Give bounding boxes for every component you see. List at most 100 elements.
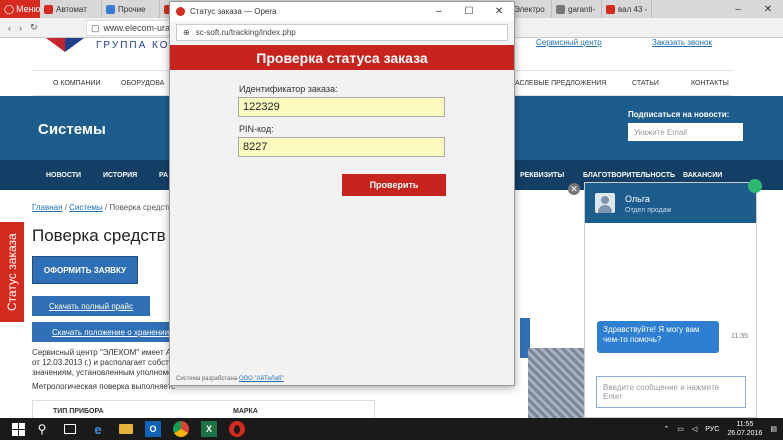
- notifications-icon[interactable]: ▤: [770, 425, 777, 433]
- minimize-icon[interactable]: –: [424, 2, 454, 21]
- nav-item-contacts[interactable]: КОНТАКТЫ: [691, 80, 729, 87]
- globe-icon: ⊕: [183, 28, 190, 37]
- developer-note: Система разработана ООО "АйТиЛаб": [176, 376, 284, 382]
- agent-name: Ольга: [625, 194, 650, 204]
- forward-icon[interactable]: ›: [19, 23, 22, 33]
- opera-browser-icon[interactable]: [229, 421, 245, 437]
- close-icon[interactable]: ✕: [753, 0, 783, 18]
- breadcrumb-separator: /: [64, 203, 67, 212]
- clock[interactable]: 11:55 26.07.2016: [727, 420, 762, 438]
- column-header-device-type: ТИП ПРИБОРА: [53, 408, 104, 415]
- chat-header: Ольга Отдел продаж: [585, 179, 762, 223]
- column-header-brand: МАРКА: [233, 408, 258, 415]
- popup-title-bar: Статус заказа — Opera – ☐ ✕: [170, 2, 514, 21]
- clock-time: 11:55: [736, 421, 754, 428]
- logo-text: ГРУППА КОМ: [96, 40, 180, 51]
- browser-tab[interactable]: Прочие: [102, 0, 160, 18]
- order-id-label: Идентификатор заказа:: [239, 84, 338, 94]
- volume-icon[interactable]: ◁: [692, 425, 697, 433]
- chat-widget: Ольга Отдел продаж Здравствуйте! Я могу …: [584, 179, 762, 418]
- download-price-button[interactable]: Скачать полный прайс: [32, 296, 150, 316]
- order-id-input[interactable]: 122329: [238, 97, 445, 117]
- popup-address-bar[interactable]: ⊕ sc-soft.ru/tracking/index.php: [176, 24, 508, 41]
- browser-window-controls: – ✕: [723, 0, 783, 18]
- tracking-form: Идентификатор заказа: 122329 PIN-код: 82…: [170, 70, 514, 385]
- subscribe-label: Подписаться на новости:: [628, 110, 730, 119]
- back-icon[interactable]: ‹: [8, 23, 11, 33]
- breadcrumb-section[interactable]: Системы: [69, 203, 103, 212]
- popup-url: sc-soft.ru/tracking/index.php: [195, 28, 296, 37]
- nav-item-about[interactable]: О КОМПАНИИ: [53, 80, 100, 87]
- popup-window-title: Статус заказа — Opera: [190, 7, 277, 16]
- nav-item-articles[interactable]: СТАТЬИ: [632, 80, 659, 87]
- chat-message: Здравствуйте! Я могу вам чем-то помочь?: [597, 321, 719, 353]
- elecom-logo-icon[interactable]: [46, 38, 84, 52]
- task-view-icon[interactable]: [62, 421, 78, 437]
- body-text-line: от 12.03.2013 г.) и располагает собстве: [32, 358, 178, 367]
- subnav-item-requisites[interactable]: РЕКВИЗИТЫ: [520, 172, 564, 179]
- system-tray: ⌃ ▭ ◁ РУС 11:55 26.07.2016 ▤: [663, 418, 777, 440]
- popup-window-controls: – ☐ ✕: [424, 2, 514, 21]
- tab-favicon-icon: [556, 4, 565, 14]
- download-storage-regulation-button[interactable]: Скачать положение о хранении п: [32, 322, 172, 342]
- windows-taskbar: ⚲ e O X ⌃ ▭ ◁ РУС 11:55 26.07.2016 ▤: [0, 418, 783, 440]
- excel-icon[interactable]: X: [201, 421, 217, 437]
- online-status-icon: [748, 179, 762, 193]
- language-indicator[interactable]: РУС: [705, 426, 719, 433]
- chat-close-icon[interactable]: ✕: [568, 183, 580, 195]
- opera-menu-button[interactable]: ◯ Меню: [0, 0, 40, 18]
- outlook-icon[interactable]: O: [145, 421, 161, 437]
- developer-note-text: Система разработана: [176, 376, 238, 382]
- close-icon[interactable]: ✕: [484, 2, 514, 21]
- developer-link[interactable]: ООО "АйТиЛаб": [239, 376, 284, 382]
- menu-label: Меню: [16, 4, 41, 14]
- file-explorer-icon[interactable]: [118, 421, 134, 437]
- breadcrumb-separator: /: [104, 203, 108, 212]
- breadcrumb: Главная / Системы / Поверка средств и: [32, 203, 179, 212]
- nav-item-industry-offers[interactable]: АСЛЕВЫЕ ПРЕДЛОЖЕНИЯ: [515, 80, 606, 87]
- maximize-icon[interactable]: ☐: [454, 2, 484, 21]
- opera-logo-icon: [176, 7, 185, 16]
- page-icon: ▢: [91, 22, 100, 33]
- tray-up-arrow-icon[interactable]: ⌃: [663, 425, 669, 433]
- minimize-icon[interactable]: –: [723, 0, 753, 18]
- body-text-line: Метрологическая поверка выполняетс: [32, 382, 176, 391]
- windows-start-icon[interactable]: [10, 421, 26, 437]
- table-header: ТИП ПРИБОРА МАРКА: [32, 400, 375, 418]
- subnav-item-history[interactable]: ИСТОРИЯ: [103, 172, 137, 179]
- chat-message-input[interactable]: Введите сообщение и нажмите Enter: [596, 376, 746, 408]
- breadcrumb-home[interactable]: Главная: [32, 203, 62, 212]
- network-icon[interactable]: ▭: [677, 425, 684, 433]
- search-icon[interactable]: ⚲: [34, 421, 50, 437]
- submit-request-button[interactable]: ОФОРМИТЬ ЗАЯВКУ: [32, 256, 138, 284]
- chrome-icon[interactable]: [173, 421, 189, 437]
- edge-browser-icon[interactable]: e: [90, 421, 106, 437]
- browser-tab[interactable]: garanti-: [552, 0, 602, 18]
- check-button[interactable]: Проверить: [342, 174, 446, 196]
- subnav-item-vacancies[interactable]: ВАКАНСИИ: [683, 172, 722, 179]
- screen: ◯ Меню Автомат Прочие Гл Электро garanti…: [0, 0, 783, 440]
- request-call-link[interactable]: Заказать звонок: [652, 38, 712, 47]
- order-status-popup: Статус заказа — Opera – ☐ ✕ ⊕ sc-soft.ru…: [169, 1, 515, 386]
- subnav-item-partial[interactable]: РА: [159, 172, 168, 179]
- opera-logo-icon: ◯: [4, 3, 15, 14]
- clock-date: 26.07.2016: [727, 430, 763, 437]
- browser-tab[interactable]: вал 43 -: [602, 0, 652, 18]
- order-status-side-tab[interactable]: Статус заказа: [0, 222, 24, 322]
- tab-favicon-icon: [44, 4, 53, 14]
- pin-input[interactable]: 8227: [238, 137, 445, 157]
- equipment-image: [528, 348, 584, 418]
- chat-message-time: 11:35: [731, 333, 748, 340]
- agent-avatar-icon: [595, 193, 615, 213]
- tab-favicon-icon: [606, 4, 615, 14]
- body-text-line: значениям, установленным уполномоч: [32, 368, 177, 377]
- agent-role: Отдел продаж: [625, 207, 672, 214]
- nav-item-equipment[interactable]: ОБОРУДОВА: [121, 80, 164, 87]
- service-center-link[interactable]: Сервисный центр: [536, 38, 602, 47]
- subnav-item-news[interactable]: НОВОСТИ: [46, 172, 81, 179]
- subnav-item-charity[interactable]: БЛАГОТВОРИТЕЛЬНОСТЬ: [583, 172, 675, 179]
- email-input[interactable]: Укажите Email: [628, 123, 743, 141]
- browser-tab[interactable]: Автомат: [40, 0, 102, 18]
- reload-icon[interactable]: ↻: [30, 22, 38, 33]
- popup-heading: Проверка статуса заказа: [170, 45, 514, 70]
